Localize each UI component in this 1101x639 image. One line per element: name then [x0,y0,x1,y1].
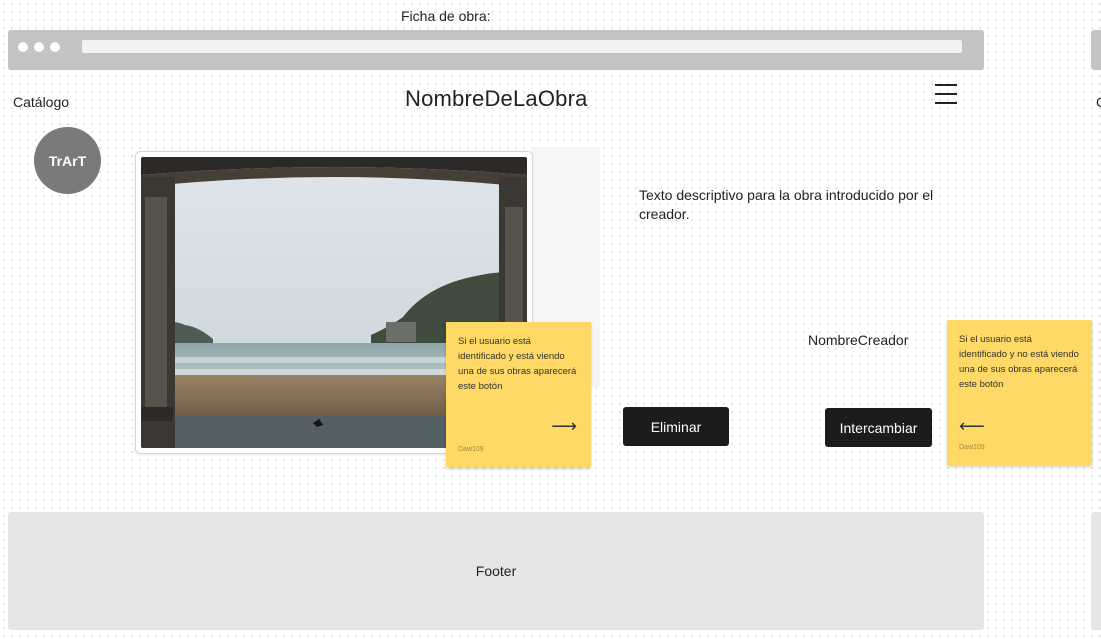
adjacent-frame-browser-bar [1091,30,1101,70]
sticky-note: Si el usuario está identificado y no est… [947,320,1092,465]
adjacent-frame-footer [1091,512,1101,630]
swap-button[interactable]: Intercambiar [825,408,932,447]
sticky-note-text: Si el usuario está identificado y está v… [458,336,577,392]
arrow-left-icon: ⟵ [959,416,985,436]
logo[interactable]: TrArT [34,127,101,194]
catalog-link[interactable]: Catálogo [13,94,69,110]
footer: Footer [8,512,984,630]
window-dot-icon [34,42,44,52]
footer-label: Footer [475,563,517,579]
sticky-note-author: Daw109 [458,446,484,453]
sticky-note-text: Si el usuario está identificado y no est… [959,334,1079,390]
sticky-note: Si el usuario está identificado y está v… [446,322,591,467]
frame-title: Ficha de obra: [401,8,491,24]
arrow-right-icon: ⟶ [551,416,577,436]
logo-text: TrArT [48,152,87,169]
sticky-note-author: Daw109 [959,444,985,451]
adjacent-frame-text: C [1096,94,1101,110]
artwork-title: NombreDeLaObra [405,86,588,111]
creator-name[interactable]: NombreCreador [808,332,908,348]
delete-button[interactable]: Eliminar [623,407,729,446]
hamburger-menu-icon[interactable] [935,83,957,105]
window-dot-icon [50,42,60,52]
window-dot-icon [18,42,28,52]
artwork-description: Texto descriptivo para la obra introduci… [639,187,934,222]
browser-bar [8,30,984,70]
address-bar[interactable] [82,40,962,53]
